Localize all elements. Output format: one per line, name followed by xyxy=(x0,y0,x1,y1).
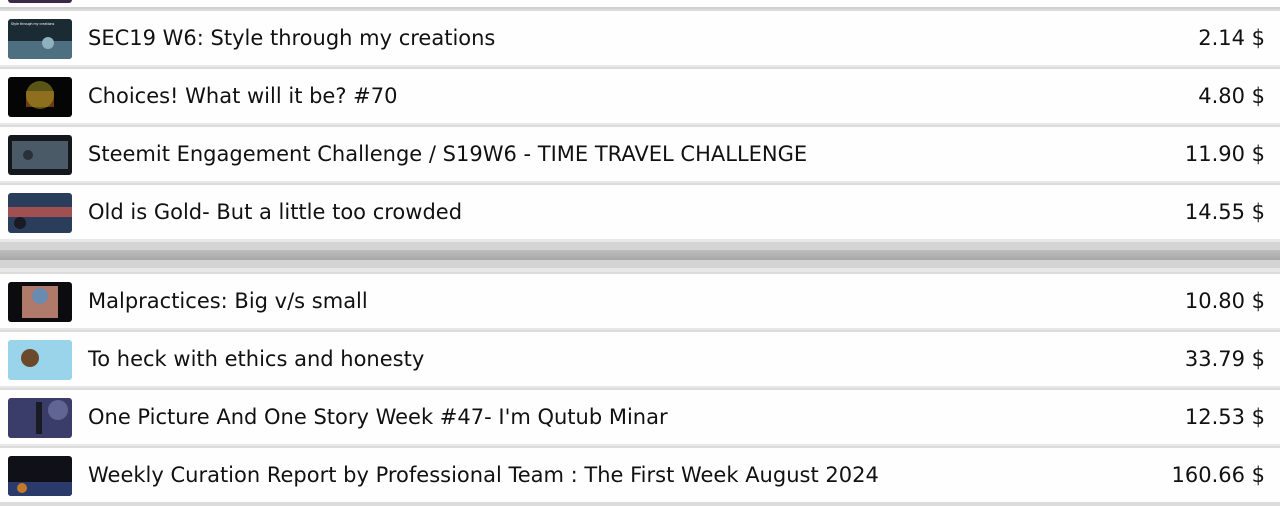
post-title-link[interactable]: Steemit Engagement Challenge / S19W6 - T… xyxy=(88,127,807,181)
post-title-link[interactable]: Weekly Curation Report by Professional T… xyxy=(88,448,879,502)
post-payout-value: 10.80 $ xyxy=(1184,289,1265,313)
post-title-link[interactable]: Malpractices: Big v/s small xyxy=(88,274,368,328)
post-title-link[interactable]: One Picture And One Story Week #47- I'm … xyxy=(88,390,668,444)
previous-row-edge xyxy=(0,0,1280,9)
separator-bar xyxy=(0,250,1280,260)
post-thumbnail[interactable]: Style through my creations xyxy=(8,19,72,59)
post-title-link[interactable]: SEC19 W6: Style through my creations xyxy=(88,11,495,65)
post-thumbnail[interactable] xyxy=(8,398,72,438)
post-group-2: Malpractices: Big v/s small 10.80 $ To hec… xyxy=(0,272,1280,502)
post-payout-value: 4.80 $ xyxy=(1198,84,1265,108)
post-row[interactable]: Steemit Engagement Challenge / S19W6 - T… xyxy=(0,125,1280,181)
post-thumbnail[interactable] xyxy=(8,193,72,233)
post-payout-value: 11.90 $ xyxy=(1184,142,1265,166)
list-bottom-edge xyxy=(0,502,1280,506)
post-group-1: Style through my creations SEC19 W6: Styl… xyxy=(0,9,1280,239)
previous-row-thumbnail xyxy=(8,0,72,3)
post-payout-value: 2.14 $ xyxy=(1198,26,1265,50)
group-separator xyxy=(0,242,1280,268)
post-thumbnail[interactable] xyxy=(8,135,72,175)
post-thumbnail[interactable] xyxy=(8,77,72,117)
post-list: Style through my creations SEC19 W6: Styl… xyxy=(0,0,1280,506)
post-payout-value: 12.53 $ xyxy=(1184,405,1265,429)
post-title-link[interactable]: Old is Gold- But a little too crowded xyxy=(88,185,462,239)
post-row[interactable]: Weekly Curation Report by Professional T… xyxy=(0,446,1280,502)
post-payout-value: 14.55 $ xyxy=(1184,200,1265,224)
post-row[interactable]: Style through my creations SEC19 W6: Styl… xyxy=(0,9,1280,65)
post-payout-value: 33.79 $ xyxy=(1184,347,1265,371)
post-row[interactable]: Choices! What will it be? #70 4.80 $ xyxy=(0,67,1280,123)
thumbnail-caption: Style through my creations xyxy=(11,22,55,26)
post-title-link[interactable]: To heck with ethics and honesty xyxy=(88,332,424,386)
post-thumbnail[interactable] xyxy=(8,282,72,322)
post-thumbnail[interactable] xyxy=(8,456,72,496)
post-thumbnail[interactable] xyxy=(8,340,72,380)
post-row[interactable]: One Picture And One Story Week #47- I'm … xyxy=(0,388,1280,444)
post-title-link[interactable]: Choices! What will it be? #70 xyxy=(88,69,398,123)
post-row[interactable]: Malpractices: Big v/s small 10.80 $ xyxy=(0,272,1280,328)
post-row[interactable]: To heck with ethics and honesty 33.79 $ xyxy=(0,330,1280,386)
post-row[interactable]: Old is Gold- But a little too crowded 14.… xyxy=(0,183,1280,239)
post-payout-value: 160.66 $ xyxy=(1171,463,1265,487)
